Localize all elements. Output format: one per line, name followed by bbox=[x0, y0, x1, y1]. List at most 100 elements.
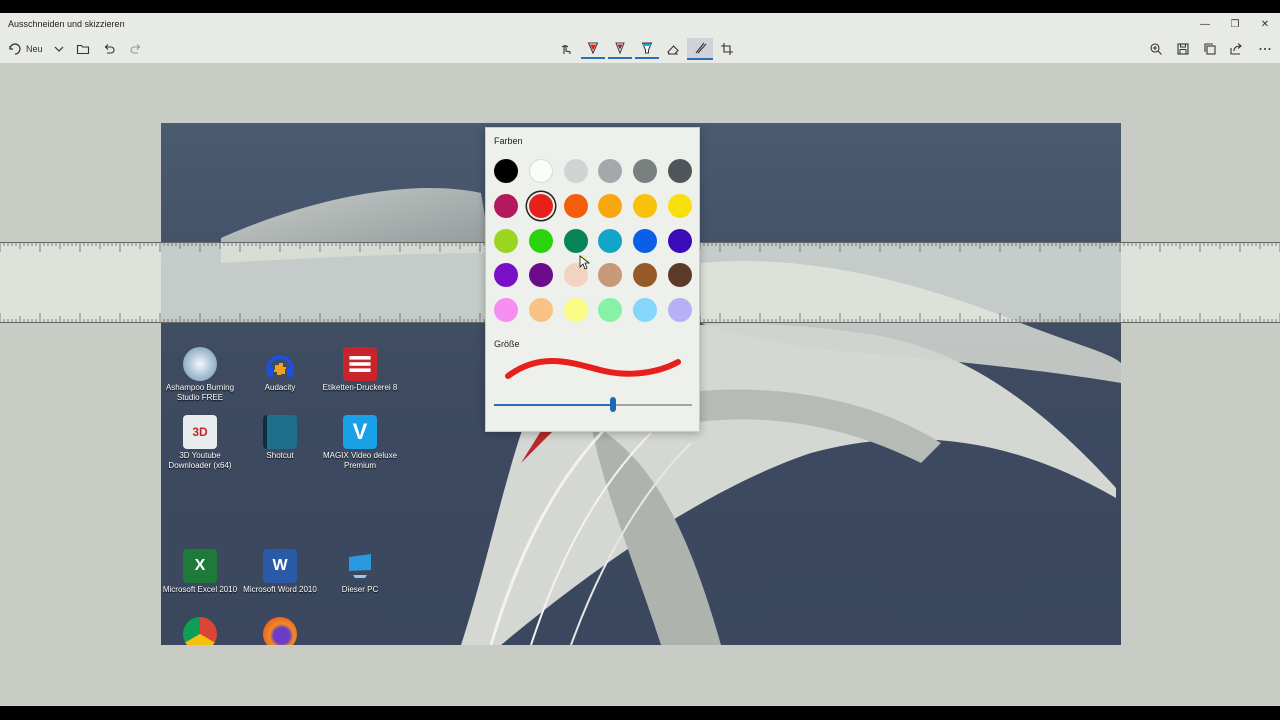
minimize-button[interactable]: — bbox=[1190, 13, 1220, 35]
restore-icon: ❐ bbox=[1230, 18, 1240, 30]
color-swatch[interactable] bbox=[494, 193, 518, 218]
chevron-down-icon bbox=[54, 46, 64, 52]
3d-downloader-icon: 3D bbox=[183, 415, 217, 449]
firefox-icon bbox=[263, 617, 297, 645]
mouse-cursor-icon bbox=[579, 255, 591, 270]
pencil-icon bbox=[615, 42, 625, 55]
snip-and-sketch-window: Ausschneiden und skizzieren — ❐ ✕ Neu As… bbox=[0, 13, 1280, 706]
color-swatch[interactable] bbox=[633, 228, 658, 253]
pencil-button[interactable] bbox=[608, 39, 632, 59]
chrome-icon bbox=[183, 617, 217, 645]
touch-writing-icon bbox=[561, 45, 571, 54]
color-swatch[interactable] bbox=[633, 298, 658, 323]
size-heading: Größe bbox=[494, 339, 520, 349]
undo-icon bbox=[104, 44, 115, 54]
toolbar: Neu bbox=[0, 35, 1280, 63]
color-swatch[interactable] bbox=[528, 193, 553, 218]
color-swatch[interactable] bbox=[668, 263, 692, 288]
label-printer-icon bbox=[343, 347, 377, 381]
color-swatch[interactable] bbox=[633, 193, 658, 218]
window-title: Ausschneiden und skizzieren bbox=[8, 19, 125, 29]
touch-writing-button[interactable] bbox=[554, 39, 578, 59]
color-swatch[interactable] bbox=[668, 193, 692, 218]
color-swatch[interactable] bbox=[598, 159, 623, 183]
color-swatch[interactable] bbox=[528, 228, 553, 253]
undo-button[interactable] bbox=[100, 39, 118, 59]
ruler-button[interactable] bbox=[687, 38, 713, 60]
new-button-label: Neu bbox=[26, 44, 43, 54]
drawing-canvas[interactable]: Ashampoo Burning Studio FREE Audacity Et… bbox=[0, 63, 1280, 706]
size-slider-thumb[interactable] bbox=[609, 397, 616, 412]
desktop-icon-this-pc[interactable]: Dieser PC bbox=[321, 549, 399, 595]
excel-icon: X bbox=[183, 549, 217, 583]
color-swatch[interactable] bbox=[598, 228, 623, 253]
color-swatch[interactable] bbox=[528, 298, 553, 323]
more-options-button[interactable] bbox=[1254, 39, 1276, 59]
save-button[interactable] bbox=[1173, 39, 1193, 59]
color-swatch[interactable] bbox=[633, 159, 658, 183]
color-swatch[interactable] bbox=[494, 298, 518, 323]
open-file-button[interactable] bbox=[74, 39, 92, 59]
crop-icon bbox=[721, 43, 733, 55]
desktop-icon-excel[interactable]: X Microsoft Excel 2010 bbox=[161, 549, 239, 595]
magix-icon: V bbox=[343, 415, 377, 449]
minimize-icon: — bbox=[1200, 18, 1210, 30]
new-dropdown-button[interactable] bbox=[52, 39, 66, 59]
desktop-icon-etiketten[interactable]: Etiketten-Druckerei 8 bbox=[321, 347, 399, 393]
highlighter-button[interactable] bbox=[635, 39, 659, 59]
share-button[interactable] bbox=[1226, 39, 1246, 59]
redo-icon bbox=[130, 44, 141, 54]
desktop-icon-label: 3D Youtube Downloader (x64) bbox=[168, 451, 232, 470]
desktop-icon-magix[interactable]: V MAGIX Video deluxe Premium bbox=[321, 415, 399, 471]
desktop-icon-chrome[interactable] bbox=[161, 617, 239, 645]
desktop-icon-label: MAGIX Video deluxe Premium bbox=[322, 451, 398, 470]
close-button[interactable]: ✕ bbox=[1250, 13, 1280, 35]
copy-button[interactable] bbox=[1200, 39, 1220, 59]
redo-button[interactable] bbox=[127, 39, 145, 59]
desktop-icon-label: Etiketten-Druckerei 8 bbox=[322, 383, 398, 392]
desktop-icon-word[interactable]: W Microsoft Word 2010 bbox=[241, 549, 319, 595]
color-swatch[interactable] bbox=[494, 228, 518, 253]
stroke-preview bbox=[505, 357, 681, 379]
size-slider-fill bbox=[494, 404, 613, 406]
desktop-icon-firefox[interactable] bbox=[241, 617, 319, 645]
color-swatch[interactable] bbox=[494, 263, 518, 288]
close-icon: ✕ bbox=[1260, 18, 1270, 30]
desktop-icon-audacity[interactable]: Audacity bbox=[241, 347, 319, 393]
title-bar: Ausschneiden und skizzieren — ❐ ✕ bbox=[0, 13, 1280, 35]
desktop-icon-label: Microsoft Excel 2010 bbox=[162, 585, 238, 594]
desktop-icon-ashampoo[interactable]: Ashampoo Burning Studio FREE bbox=[161, 347, 239, 403]
color-swatch[interactable] bbox=[668, 298, 692, 323]
crop-button[interactable] bbox=[716, 39, 738, 59]
more-icon bbox=[1259, 48, 1271, 50]
color-swatch[interactable] bbox=[528, 263, 553, 288]
color-swatch[interactable] bbox=[563, 228, 588, 253]
colors-heading: Farben bbox=[494, 136, 523, 146]
color-swatch[interactable] bbox=[563, 298, 588, 323]
eraser-button[interactable] bbox=[662, 39, 684, 59]
video-frame: Ausschneiden und skizzieren — ❐ ✕ Neu As… bbox=[0, 0, 1280, 720]
restore-button[interactable]: ❐ bbox=[1220, 13, 1250, 35]
desktop-icon-3d-youtube[interactable]: 3D 3D Youtube Downloader (x64) bbox=[161, 415, 239, 471]
color-swatch[interactable] bbox=[563, 193, 588, 218]
color-swatch[interactable] bbox=[598, 263, 623, 288]
desktop-icon-shotcut[interactable]: Shotcut bbox=[241, 415, 319, 461]
desktop-icon-label: Microsoft Word 2010 bbox=[243, 585, 317, 594]
color-swatch[interactable] bbox=[528, 159, 553, 183]
color-swatch[interactable] bbox=[598, 193, 623, 218]
disc-icon bbox=[183, 347, 217, 381]
color-swatch[interactable] bbox=[563, 159, 588, 183]
color-swatch[interactable] bbox=[494, 159, 518, 183]
color-swatch[interactable] bbox=[633, 263, 658, 288]
ballpoint-pen-button[interactable] bbox=[581, 39, 605, 59]
zoom-icon bbox=[1150, 43, 1162, 55]
eraser-icon bbox=[667, 45, 679, 55]
color-swatch[interactable] bbox=[598, 298, 623, 323]
zoom-button[interactable] bbox=[1146, 39, 1166, 59]
new-button[interactable]: Neu bbox=[8, 39, 48, 59]
ruler-icon bbox=[695, 42, 707, 54]
color-swatch[interactable] bbox=[668, 228, 692, 253]
shotcut-icon bbox=[263, 415, 297, 449]
share-icon bbox=[1230, 43, 1242, 55]
color-swatch[interactable] bbox=[668, 159, 692, 183]
